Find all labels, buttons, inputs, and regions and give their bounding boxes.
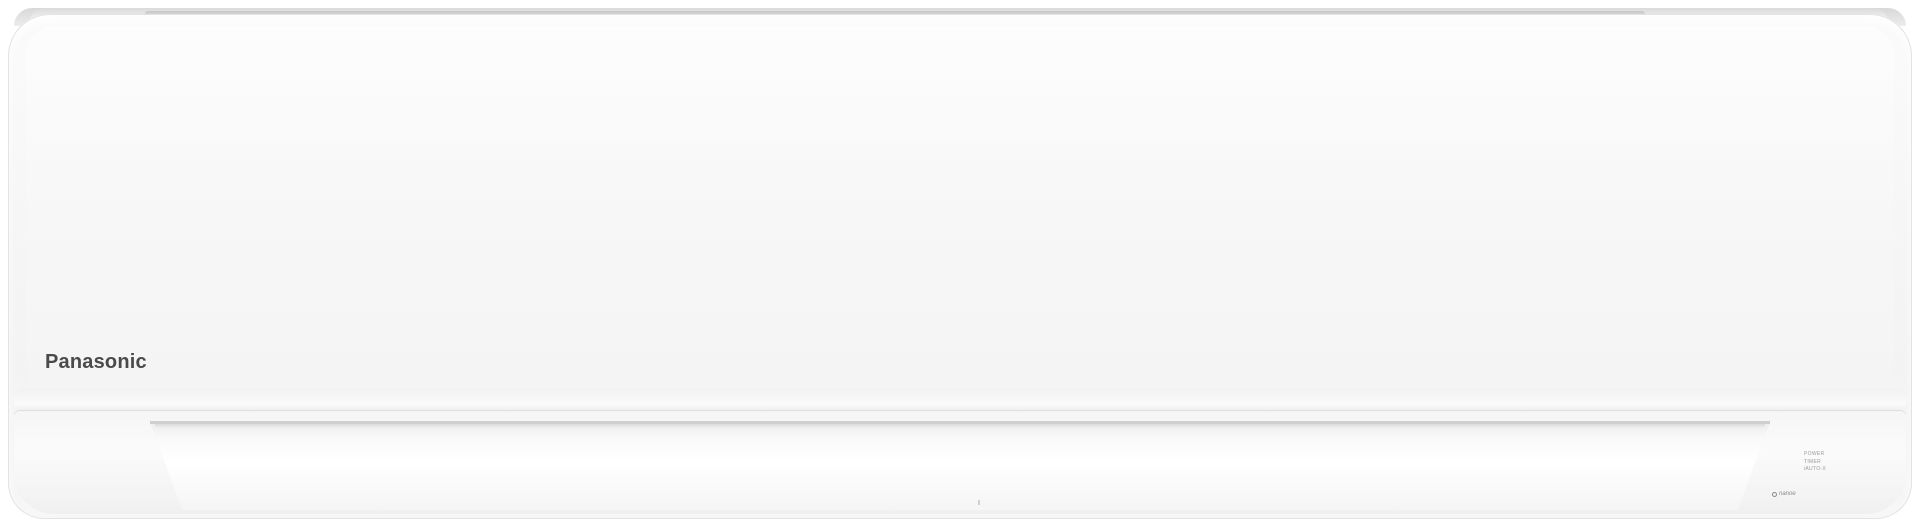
brand-logo: Panasonic [45, 351, 147, 373]
nanoe-mark: nanoe [1772, 491, 1796, 497]
indicator-power: POWER [1804, 451, 1825, 457]
indicator-timer: TIMER [1804, 458, 1822, 465]
nanoe-icon [1772, 491, 1777, 497]
airflow-louver [150, 422, 1770, 510]
louver-shadow [155, 424, 1765, 428]
indicator-iauto: iAUTO-X [1804, 466, 1827, 472]
air-conditioner-image: Panasonic POWER TIMER iAUTO-X nanoe [0, 0, 1920, 521]
nanoe-label: nanoe [1779, 491, 1796, 497]
front-panel [26, 26, 1894, 396]
louver-center-mark [978, 500, 980, 505]
indicator-panel: POWER TIMER iAUTO-X [1804, 451, 1864, 474]
